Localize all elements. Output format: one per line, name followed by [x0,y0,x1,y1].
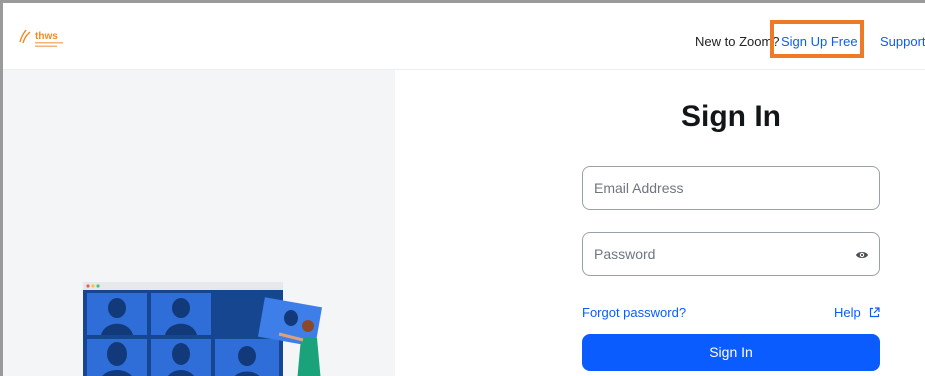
eye-icon[interactable] [855,248,869,262]
password-field[interactable]: Password [582,232,880,276]
sign-in-button[interactable]: Sign In [582,334,880,371]
video-call-illustration [83,282,323,376]
forgot-password-link[interactable]: Forgot password? [582,305,686,320]
browser-frame: thws New to Zoom? Sign Up Free Support S… [0,0,925,376]
sign-in-title: Sign In [681,100,781,133]
top-header: thws New to Zoom? Sign Up Free Support [3,3,925,70]
email-placeholder: Email Address [594,180,684,196]
thws-logo[interactable]: thws [17,28,77,52]
logo-text: thws [35,31,58,42]
sign-up-free-link[interactable]: Sign Up Free [781,34,858,49]
password-placeholder: Password [594,246,656,262]
logo-mark [19,29,31,44]
help-link[interactable]: Help [834,305,861,320]
email-field[interactable]: Email Address [582,166,880,210]
support-link[interactable]: Support [880,34,925,49]
external-link-icon[interactable] [869,307,880,318]
new-to-zoom-text: New to Zoom? [695,34,780,49]
